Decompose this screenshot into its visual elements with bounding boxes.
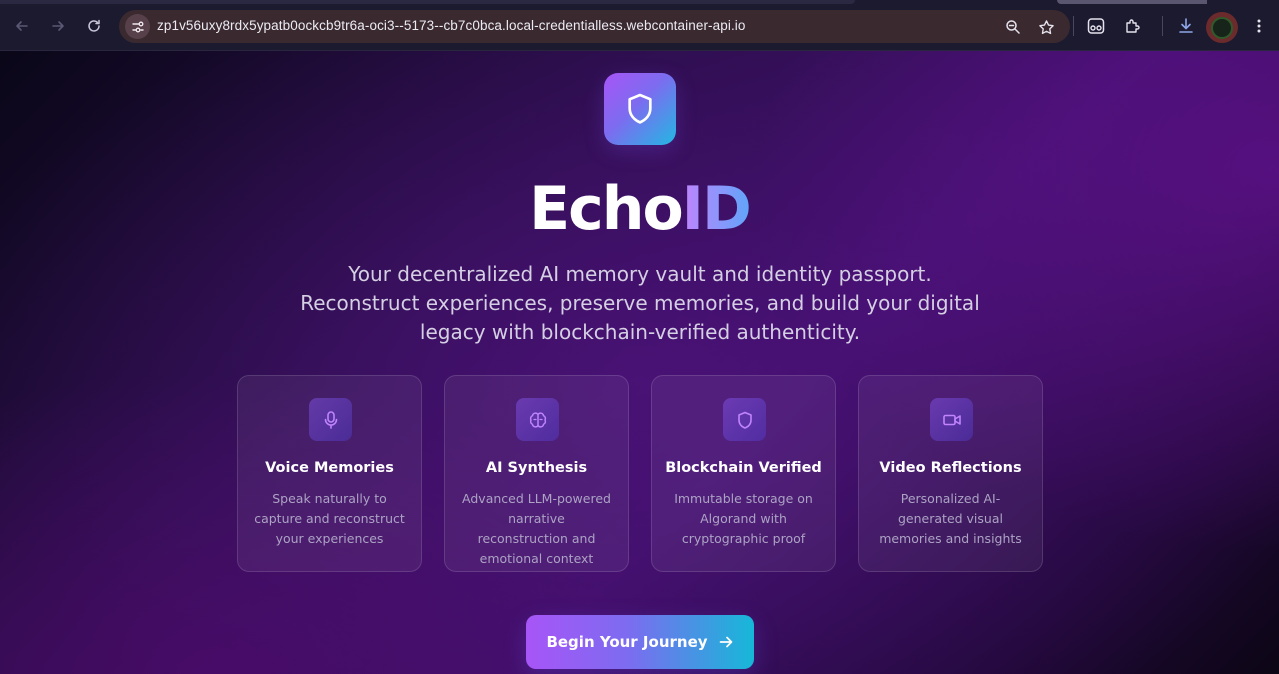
menu-kebab-icon [1257,19,1261,33]
reload-icon [88,19,100,32]
toolbar-divider [1073,16,1074,36]
zoom-button[interactable] [1003,17,1023,37]
begin-journey-button[interactable]: Begin Your Journey [526,615,754,669]
profile-avatar[interactable] [1206,12,1238,43]
feature-card-video-reflections: Video Reflections Personalized AI-genera… [858,375,1043,572]
extensions-button[interactable] [1122,15,1144,37]
bookmark-button[interactable] [1036,17,1056,37]
feature-description: Advanced LLM-powered narrative reconstru… [462,491,611,566]
feature-description: Immutable storage on Algorand with crypt… [674,491,813,546]
title-main: Echo [529,174,683,244]
feature-description: Personalized AI-generated visual memorie… [879,491,1022,546]
feature-cards: Voice Memories Speak naturally to captur… [237,375,1043,572]
feature-icon-box [516,398,559,441]
avatar-image [1211,16,1233,39]
feature-icon-box [930,398,973,441]
tab-strip [0,0,1279,4]
feature-icon-box [309,398,352,441]
extensions-puzzle-icon [1126,19,1140,33]
feature-card-blockchain-verified: Blockchain Verified Immutable storage on… [651,375,836,572]
feature-icon-box [723,398,766,441]
arrow-right-icon [719,636,732,648]
feature-card-voice-memories: Voice Memories Speak naturally to captur… [237,375,422,572]
incognito-extension-button[interactable] [1085,15,1107,37]
downloads-button[interactable] [1175,15,1197,37]
menu-button[interactable] [1248,15,1270,37]
back-button[interactable] [11,15,33,37]
zoom-icon [1006,20,1020,34]
shield-icon [628,93,652,124]
microphone-icon [324,410,337,429]
title-accent: ID [681,174,752,244]
inactive-tab-edge[interactable] [1057,0,1207,4]
feature-title: Video Reflections [879,460,1022,476]
feature-title: Voice Memories [265,460,394,476]
forward-button[interactable] [47,15,69,37]
forward-icon [52,21,64,31]
incognito-extension-icon [1087,18,1105,34]
feature-description: Speak naturally to capture and reconstru… [254,491,405,546]
page-title: EchoID [0,169,1279,249]
app-logo [604,73,676,145]
url-text[interactable]: zp1v56uxy8rdx5ypatb0ockcb9tr6a-oci3--517… [157,18,746,33]
feature-card-ai-synthesis: AI Synthesis Advanced LLM-powered narrat… [444,375,629,572]
shield-icon [737,411,752,429]
back-icon [16,21,28,31]
address-bar[interactable]: zp1v56uxy8rdx5ypatb0ockcb9tr6a-oci3--517… [119,10,1070,43]
download-icon [1179,18,1193,33]
browser-toolbar: zp1v56uxy8rdx5ypatb0ockcb9tr6a-oci3--517… [0,0,1279,51]
cta-label: Begin Your Journey [546,633,708,651]
active-tab-edge[interactable] [0,0,855,4]
toolbar-divider-2 [1162,16,1163,36]
feature-title: Blockchain Verified [665,460,822,476]
video-camera-icon [942,414,961,425]
hero-subtitle: Your decentralized AI memory vault and i… [300,262,980,344]
site-info-button[interactable] [125,14,150,39]
brain-icon [529,411,546,428]
feature-title: AI Synthesis [485,460,588,476]
site-info-icon [131,21,144,32]
bookmark-star-icon [1038,19,1054,34]
reload-button[interactable] [83,15,105,37]
landing-page: EchoID Your decentralized AI memory vaul… [0,51,1279,674]
